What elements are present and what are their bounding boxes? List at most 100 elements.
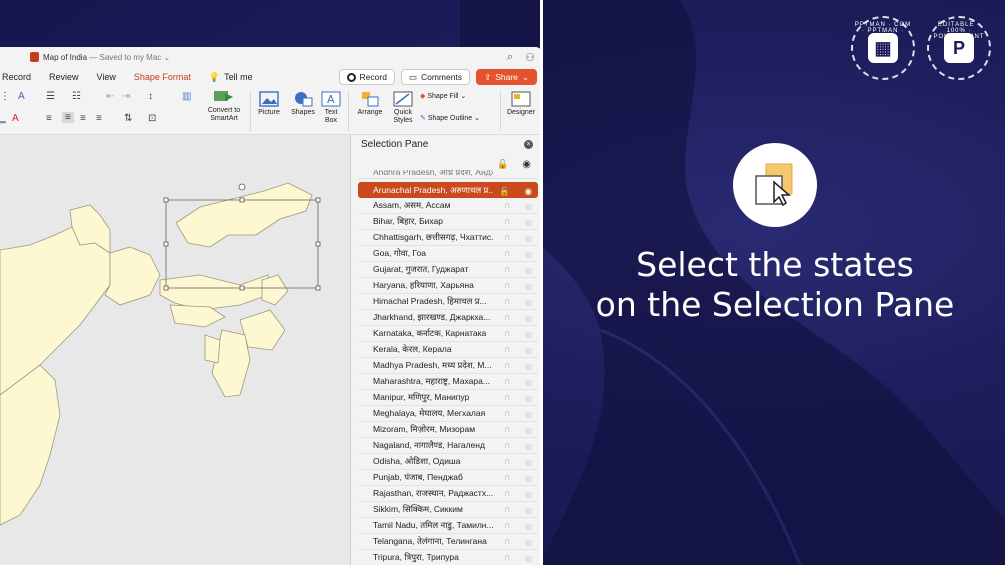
lock-icon[interactable]: ⊓ [505, 282, 510, 290]
lock-icon[interactable]: ⊓ [505, 378, 510, 386]
list-item[interactable]: Meghalaya, मेघालय, Мегхалая ⊓ ◎ [358, 406, 538, 422]
justify-icon[interactable]: ≡ [96, 113, 102, 124]
list-item-selected[interactable]: Arunachal Pradesh, अरुणाचल प्र... 🔓 ◉ [358, 182, 538, 198]
align-text-icon[interactable]: ⊡ [148, 113, 156, 124]
share-people-icon[interactable]: ⚇ [525, 51, 535, 64]
eye-icon[interactable]: ◎ [525, 538, 532, 547]
doc-title[interactable]: Map of India [43, 53, 87, 62]
list-item[interactable]: Goa, गोवा, Гоа ⊓ ◎ [358, 246, 538, 262]
lock-icon[interactable]: ⊓ [505, 330, 510, 338]
list-item[interactable]: Rajasthan, राजस्थान, Раджастх... ⊓ ◎ [358, 486, 538, 502]
list-item[interactable]: Haryana, हरियाणा, Харьяна ⊓ ◎ [358, 278, 538, 294]
list-item[interactable]: Nagaland, नागालैण्ड, Нагаленд ⊓ ◎ [358, 438, 538, 454]
align-center-icon[interactable]: ≡ [62, 112, 74, 123]
lock-icon[interactable]: ⊓ [505, 458, 510, 466]
eye-icon[interactable]: ◎ [525, 346, 532, 355]
align-right-icon[interactable]: ≡ [80, 113, 86, 124]
list-item[interactable]: Jharkhand, झारखण्ड, Джаркха... ⊓ ◎ [358, 310, 538, 326]
convert-smartart-button[interactable]: Convert to SmartArt [204, 89, 244, 123]
list-item[interactable]: Gujarat, गुजरात, Гуджарат ⊓ ◎ [358, 262, 538, 278]
text-effects-icon[interactable]: A [18, 91, 25, 102]
underline-icon[interactable]: ‗ [0, 113, 6, 124]
list-item[interactable]: Karnataka, कर्नाटक, Карнатака ⊓ ◎ [358, 326, 538, 342]
list-item[interactable]: Telangana, तेलंगाना, Телингана ⊓ ◎ [358, 534, 538, 550]
lock-icon[interactable]: ⊓ [505, 474, 510, 482]
lock-icon[interactable]: ⊓ [505, 410, 510, 418]
eye-icon[interactable]: ◎ [525, 490, 532, 499]
eye-icon[interactable]: ◎ [525, 202, 532, 211]
decrease-indent-icon[interactable]: ⇤ [106, 91, 114, 102]
quick-styles-button[interactable]: Quick Styles [388, 91, 418, 125]
shapes-button[interactable]: Shapes [288, 91, 318, 117]
line-spacing-icon[interactable]: ↕ [148, 91, 153, 102]
slide-canvas[interactable] [0, 135, 350, 565]
record-button[interactable]: Record [338, 69, 395, 85]
list-item[interactable]: Bihar, बिहार, Бихар ⊓ ◎ [358, 214, 538, 230]
align-left-icon[interactable]: ≡ [46, 113, 52, 124]
columns-icon[interactable]: ▥ [182, 91, 191, 102]
tab-view[interactable]: View [97, 72, 116, 82]
list-item[interactable]: Maharashtra, महाराष्ट्र, Махара... ⊓ ◎ [358, 374, 538, 390]
list-item[interactable]: Andhra Pradesh, आंध्र प्रदेश, Андхра... [358, 170, 538, 179]
list-item[interactable]: Kerala, केरल, Керала ⊓ ◎ [358, 342, 538, 358]
comments-button[interactable]: ▭ Comments [400, 69, 471, 85]
eye-icon[interactable]: ◎ [525, 426, 532, 435]
numbered-list-icon[interactable]: ☷ [72, 91, 81, 102]
list-item[interactable]: Assam, असम, Ассам ⊓ ◎ [358, 198, 538, 214]
list-item[interactable]: Sikkim, सिक्किम, Сикким ⊓ ◎ [358, 502, 538, 518]
shape-fill-button[interactable]: ◆ Shape Fill ⌄ [420, 93, 480, 101]
lock-icon[interactable]: ⊓ [505, 234, 510, 242]
close-icon[interactable]: × [524, 140, 533, 149]
lock-icon[interactable]: ⊓ [505, 394, 510, 402]
lock-icon[interactable]: ⊓ [505, 314, 510, 322]
eye-icon[interactable]: ◎ [525, 458, 532, 467]
tab-shape-format[interactable]: Shape Format [134, 72, 191, 82]
eye-icon[interactable]: ◎ [525, 362, 532, 371]
lock-icon[interactable]: ⊓ [505, 554, 510, 562]
text-direction-icon[interactable]: ⇅ [124, 113, 132, 124]
list-item[interactable]: Odisha, ओडिशा, Одиша ⊓ ◎ [358, 454, 538, 470]
lock-icon[interactable]: ⊓ [505, 538, 510, 546]
list-item[interactable]: Chhattisgarh, छत्तीसगढ़, Чхаттис... ⊓ ◎ [358, 230, 538, 246]
designer-button[interactable]: Designer [504, 91, 538, 117]
bulleted-list-icon[interactable]: ☰ [46, 91, 55, 102]
eye-icon[interactable]: ◎ [525, 474, 532, 483]
eye-icon[interactable]: ◉ [525, 186, 532, 197]
list-item[interactable]: Punjab, पंजाब, Пенджаб ⊓ ◎ [358, 470, 538, 486]
increase-indent-icon[interactable]: ⇥ [122, 91, 130, 102]
eye-icon[interactable]: ◎ [525, 442, 532, 451]
show-all-icon[interactable]: ◉ [522, 159, 531, 170]
eye-icon[interactable]: ◎ [525, 218, 532, 227]
list-item[interactable]: Mizoram, मिज़ोरम, Мизорам ⊓ ◎ [358, 422, 538, 438]
eye-icon[interactable]: ◎ [525, 282, 532, 291]
eye-icon[interactable]: ◎ [525, 250, 532, 259]
list-item[interactable]: Himachal Pradesh, हिमाचल प्र... ⊓ ◎ [358, 294, 538, 310]
tell-me[interactable]: 💡 Tell me [209, 72, 253, 83]
list-item[interactable]: Manipur, मणिपुर, Манипур ⊓ ◎ [358, 390, 538, 406]
search-icon[interactable]: ⌕ [507, 51, 513, 64]
shape-outline-button[interactable]: ✎ Shape Outline ⌄ [420, 115, 495, 123]
font-color-icon[interactable]: A [12, 113, 19, 124]
tab-record[interactable]: Record [2, 72, 31, 82]
lock-icon[interactable]: ⊓ [505, 522, 510, 530]
lock-icon[interactable]: ⊓ [505, 490, 510, 498]
lock-icon[interactable]: ⊓ [505, 218, 510, 226]
eye-icon[interactable]: ◎ [525, 314, 532, 323]
lock-icon[interactable]: 🔓 [499, 186, 510, 197]
lock-icon[interactable]: ⊓ [505, 362, 510, 370]
arrange-button[interactable]: Arrange [354, 91, 386, 117]
lock-icon[interactable]: ⊓ [505, 298, 510, 306]
eye-icon[interactable]: ◎ [525, 506, 532, 515]
eye-icon[interactable]: ◎ [525, 298, 532, 307]
lock-icon[interactable]: ⊓ [505, 506, 510, 514]
list-item[interactable]: Tripura, त्रिपुरा, Трипура ⊓ ◎ [358, 550, 538, 565]
lock-icon[interactable]: ⊓ [505, 250, 510, 258]
lock-icon[interactable]: ⊓ [505, 346, 510, 354]
list-item[interactable]: Madhya Pradesh, मध्य प्रदेश, М... ⊓ ◎ [358, 358, 538, 374]
lock-icon[interactable]: ⊓ [505, 426, 510, 434]
lock-icon[interactable]: ⊓ [505, 266, 510, 274]
eye-icon[interactable]: ◎ [525, 330, 532, 339]
eye-icon[interactable]: ◎ [525, 410, 532, 419]
lock-icon[interactable]: ⊓ [505, 442, 510, 450]
chevron-down-icon[interactable]: ⌄ [161, 53, 171, 62]
